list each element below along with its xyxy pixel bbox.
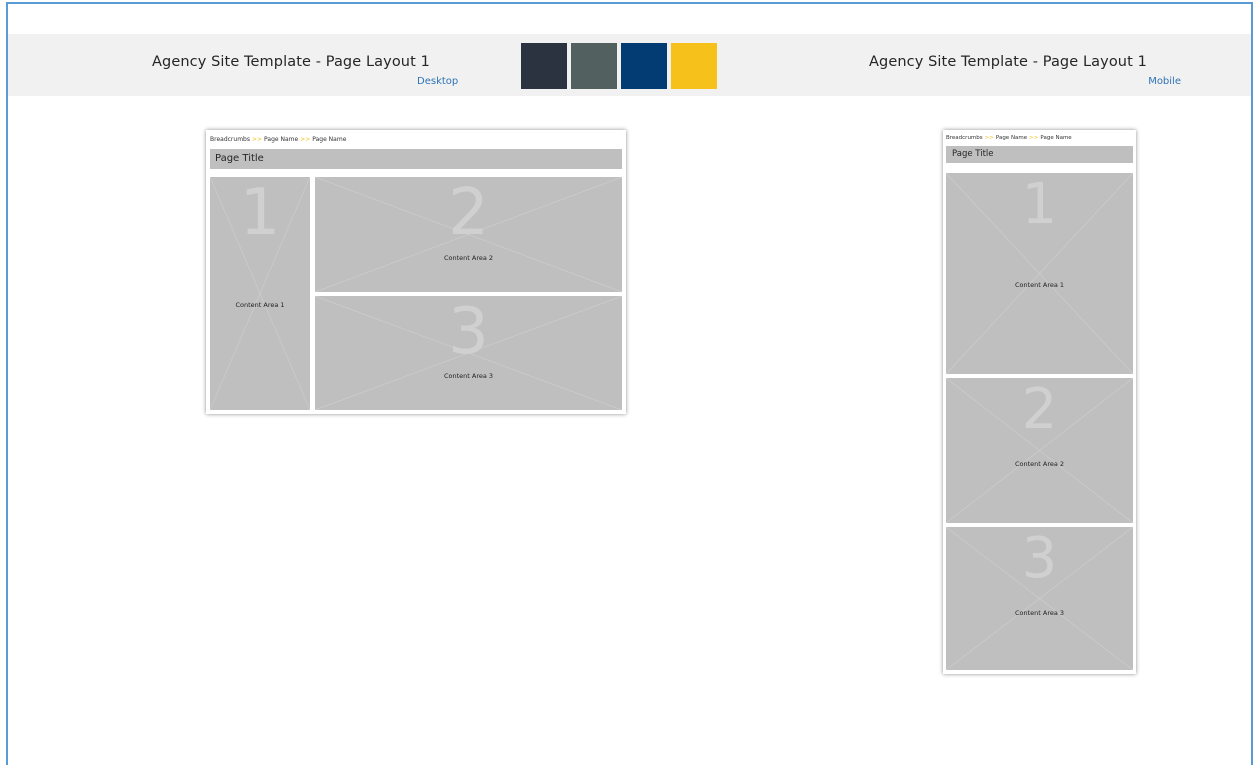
content-area-2: 2 Content Area 2	[315, 177, 622, 292]
area-number: 2	[1021, 378, 1058, 442]
color-swatch-4	[671, 43, 717, 89]
area-number: 3	[1021, 527, 1058, 591]
breadcrumb-item: Breadcrumbs	[946, 135, 983, 141]
color-swatch-3	[621, 43, 667, 89]
content-area-3: 3 Content Area 3	[946, 527, 1133, 670]
area-label: Content Area 2	[443, 254, 494, 262]
color-swatch-2	[571, 43, 617, 89]
breadcrumb-item: Page Name	[264, 136, 299, 143]
desktop-wireframe: Breadcrumbs >> Page Name >> Page Name Page T…	[206, 130, 626, 414]
color-palette	[521, 43, 717, 89]
breadcrumb: Breadcrumbs >> Page Name >> Page Name	[210, 136, 346, 143]
breadcrumb-item: Breadcrumbs	[210, 136, 250, 143]
area-number: 2	[448, 177, 489, 250]
breadcrumb-separator: >>	[1029, 135, 1039, 141]
area-number: 1	[1021, 173, 1058, 237]
page-title: Page Title	[946, 146, 1133, 163]
breadcrumb-separator: >>	[984, 135, 994, 141]
color-swatch-1	[521, 43, 567, 89]
breadcrumb: Breadcrumbs >> Page Name >> Page Name	[946, 135, 1072, 141]
mobile-layout-title: Agency Site Template - Page Layout 1	[869, 54, 1147, 70]
area-label: Content Area 1	[235, 301, 285, 309]
content-area-2: 2 Content Area 2	[946, 378, 1133, 523]
area-label: Content Area 1	[1014, 281, 1065, 289]
desktop-layout-subtitle: Desktop	[417, 76, 459, 87]
content-area-1: 1 Content Area 1	[210, 177, 310, 410]
page-title: Page Title	[210, 149, 622, 169]
breadcrumb-item: Page Name	[995, 135, 1028, 141]
content-area-3: 3 Content Area 3	[315, 296, 622, 410]
area-number: 1	[239, 177, 281, 250]
breadcrumb-separator: >>	[251, 136, 263, 143]
desktop-layout-title: Agency Site Template - Page Layout 1	[152, 54, 430, 70]
content-area-1: 1 Content Area 1	[946, 173, 1133, 374]
area-label: Content Area 3	[443, 372, 494, 380]
area-number: 3	[448, 296, 489, 369]
area-label: Content Area 3	[1014, 609, 1065, 617]
area-label: Content Area 2	[1014, 460, 1065, 468]
mobile-layout-subtitle: Mobile	[1148, 76, 1181, 87]
breadcrumb-separator: >>	[300, 136, 311, 143]
mobile-wireframe: Breadcrumbs >> Page Name >> Page Name Page T…	[943, 130, 1136, 674]
breadcrumb-item: Page Name	[1040, 135, 1072, 141]
breadcrumb-item: Page Name	[312, 136, 347, 143]
